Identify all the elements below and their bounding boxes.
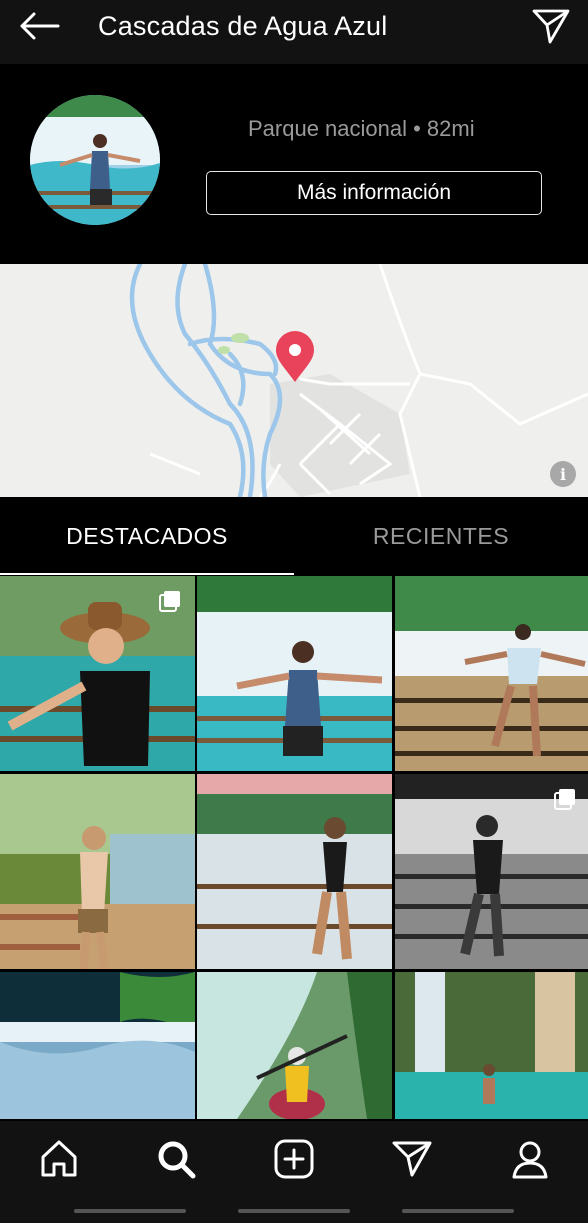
location-meta: Parque nacional • 82mi [248,116,475,141]
gesture-line [238,1209,350,1213]
location-avatar[interactable] [30,95,160,225]
more-info-button[interactable]: Más información [206,171,542,215]
home-icon[interactable] [35,1135,83,1183]
map-info-icon[interactable]: i [550,461,576,487]
multiple-photos-icon [554,788,576,810]
multiple-photos-icon [159,590,181,612]
photo-grid [0,576,588,1121]
tab-bar: DESTACADOS RECIENTES [0,497,588,575]
tab-recientes[interactable]: RECIENTES [294,497,588,575]
location-map[interactable]: i [0,264,588,497]
grid-photo[interactable] [395,972,588,1119]
add-post-icon[interactable] [270,1135,318,1183]
grid-photo[interactable] [395,576,588,771]
grid-photo[interactable] [0,972,195,1119]
gesture-line [402,1209,514,1213]
grid-photo[interactable] [0,774,195,969]
grid-photo[interactable] [197,576,392,771]
top-bar: Cascadas de Agua Azul [0,0,588,64]
location-header: Parque nacional • 82mi Más información [0,64,588,264]
profile-icon[interactable] [506,1135,554,1183]
tab-destacados[interactable]: DESTACADOS [0,497,294,575]
page-title: Cascadas de Agua Azul [98,11,388,41]
grid-photo[interactable] [0,576,195,771]
search-icon[interactable] [152,1135,200,1183]
gesture-line [74,1209,186,1213]
grid-photo[interactable] [197,774,392,969]
active-tab-indicator [0,573,294,575]
back-arrow-icon[interactable] [18,10,62,42]
grid-photo[interactable] [395,774,588,969]
grid-photo[interactable] [197,972,392,1119]
system-gesture-bar [0,1197,588,1223]
bottom-nav-bar [0,1121,588,1197]
paper-plane-icon[interactable] [388,1135,436,1183]
paper-plane-icon[interactable] [530,6,572,46]
